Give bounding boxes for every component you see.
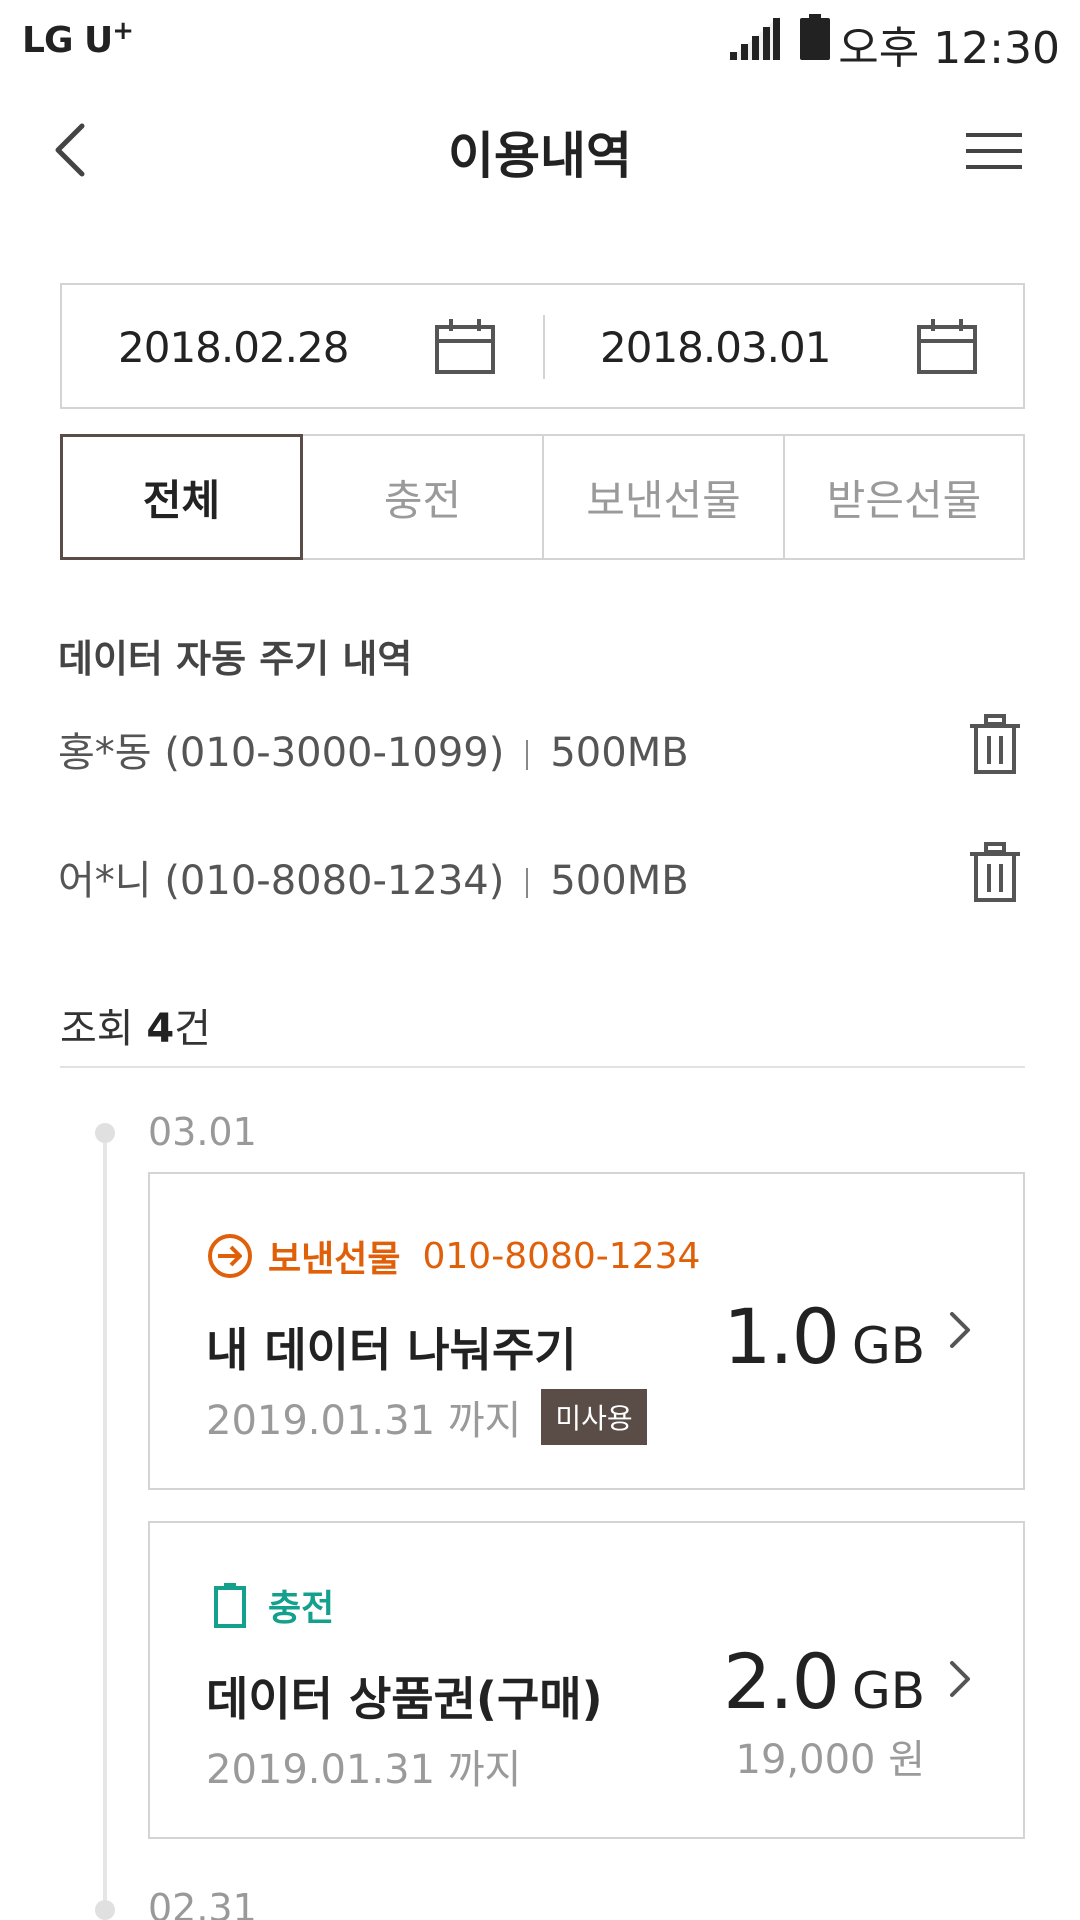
trash-icon[interactable] [970, 714, 1020, 774]
status-time: 오후 12:30 [838, 23, 1060, 74]
card-title: 내 데이터 나눠주기 [206, 1323, 577, 1377]
separator [526, 740, 529, 770]
status-bar: LG U+ 오후 12:30 [0, 0, 1080, 76]
end-date-field[interactable]: 2018.03.01 [544, 285, 1024, 407]
start-date-field[interactable]: 2018.02.28 [62, 285, 542, 407]
auto-give-item: 홍*동 (010-3000-1099) 500MB [58, 714, 1028, 784]
auto-give-name: 홍*동 (010-3000-1099) [58, 730, 505, 776]
carrier-label: LG U+ [22, 16, 134, 61]
tab-received-gift[interactable]: 받은선물 [783, 434, 1025, 560]
tab-charge[interactable]: 충전 [301, 434, 544, 560]
separator [526, 868, 529, 898]
result-count: 조회 4건 [60, 1006, 211, 1052]
filter-tabs: 전체 충전 보낸선물 받은선물 [60, 434, 1025, 560]
chevron-right-icon [950, 1661, 970, 1697]
timeline-dot [95, 1123, 115, 1143]
auto-give-title: 데이터 자동 주기 내역 [58, 637, 413, 681]
start-date-value: 2018.02.28 [118, 323, 349, 372]
card-expiry: 2019.01.31 까지 [206, 1747, 522, 1793]
tab-all[interactable]: 전체 [60, 434, 303, 560]
card-price: 19,000 원 [735, 1737, 925, 1783]
auto-give-item: 어*니 (010-8080-1234) 500MB [58, 842, 1028, 912]
chevron-right-icon [950, 1312, 970, 1348]
timeline-date: 03.01 [148, 1110, 257, 1154]
auto-give-amount: 500MB [550, 730, 689, 776]
timeline-date: 02.31 [148, 1886, 257, 1920]
date-range-picker: 2018.02.28 2018.03.01 [60, 283, 1025, 409]
signal-icon [728, 16, 780, 60]
menu-button[interactable] [966, 130, 1022, 172]
card-type-label: 충전 [268, 1588, 335, 1629]
usage-card[interactable]: 충전 데이터 상품권(구매) 2019.01.31 까지 2.0 GB 19,00… [148, 1521, 1025, 1839]
card-phone: 010-8080-1234 [422, 1235, 701, 1277]
usage-card[interactable]: 보낸선물 010-8080-1234 내 데이터 나눠주기 2019.01.31… [148, 1172, 1025, 1490]
timeline-dot [95, 1900, 115, 1920]
status-badge: 미사용 [541, 1389, 647, 1445]
arrow-circle-right-icon [208, 1234, 252, 1278]
card-type-label: 보낸선물 [268, 1239, 401, 1280]
auto-give-name: 어*니 (010-8080-1234) [58, 858, 505, 904]
card-title: 데이터 상품권(구매) [206, 1672, 603, 1726]
tab-sent-gift[interactable]: 보낸선물 [542, 434, 785, 560]
card-amount: 2.0 GB [723, 1637, 925, 1726]
card-type: 충전 [206, 1579, 334, 1631]
trash-icon[interactable] [970, 842, 1020, 902]
battery-status-icon [800, 14, 830, 60]
auto-give-amount: 500MB [550, 858, 689, 904]
card-amount: 1.0 GB [723, 1292, 925, 1381]
end-date-value: 2018.03.01 [600, 323, 831, 372]
card-expiry: 2019.01.31 까지 미사용 [206, 1388, 647, 1446]
page-title: 이용내역 [448, 127, 632, 185]
card-type: 보낸선물 010-8080-1234 [206, 1230, 700, 1282]
divider [60, 1066, 1025, 1068]
calendar-icon[interactable] [916, 317, 978, 375]
calendar-icon[interactable] [434, 317, 496, 375]
battery-icon [214, 1583, 246, 1628]
timeline-line [103, 1136, 107, 1920]
